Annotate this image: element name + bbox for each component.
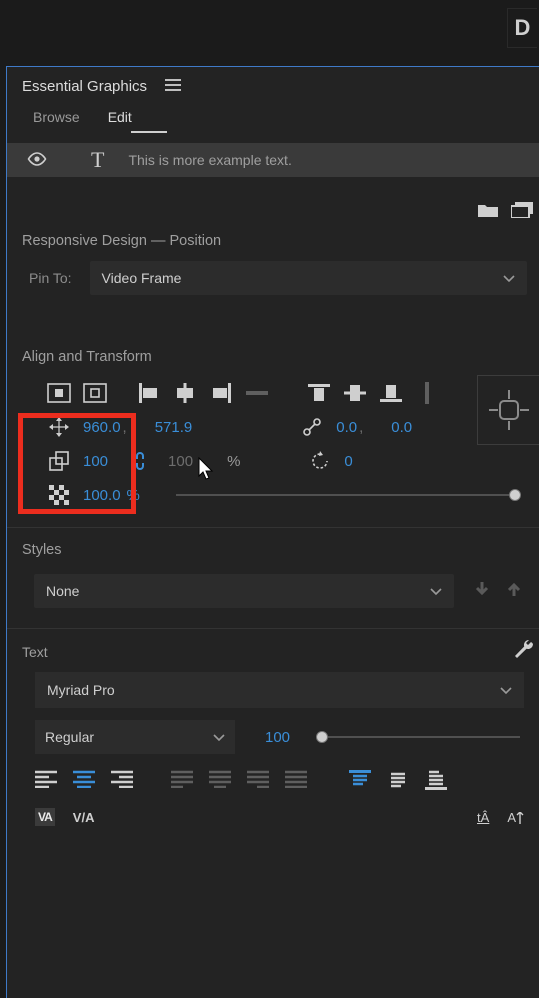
push-style-up-icon[interactable]: [504, 580, 524, 603]
position-icon[interactable]: [47, 415, 71, 439]
text-align-center-icon[interactable]: [73, 770, 99, 792]
panel-header: Essential Graphics: [7, 67, 539, 105]
font-weight-size-row: Regular 100: [35, 720, 524, 754]
pin-to-label: Pin To:: [29, 270, 72, 286]
position-y-value[interactable]: 571.9: [155, 419, 193, 436]
folder-icon[interactable]: [477, 201, 499, 219]
pos-sep-1: ,: [123, 419, 127, 436]
tab-edit[interactable]: Edit: [108, 109, 132, 131]
opacity-value[interactable]: 100.0: [83, 487, 121, 504]
distribute-horizontal-icon: [245, 381, 269, 405]
justify-right-icon: [247, 770, 273, 792]
text-controls: Myriad Pro Regular 100: [7, 672, 539, 826]
align-left-icon[interactable]: [137, 381, 161, 405]
kerning-icon[interactable]: V/A: [73, 810, 95, 825]
pin-to-dropdown[interactable]: Video Frame: [90, 261, 527, 295]
justify-left-icon: [171, 770, 197, 792]
panel-menu-icon[interactable]: [165, 78, 181, 95]
style-value: None: [46, 583, 79, 599]
font-size-slider-thumb[interactable]: [316, 731, 328, 743]
opacity-slider[interactable]: [176, 494, 517, 496]
align-hcenter-icon[interactable]: [173, 381, 197, 405]
anchor-y-value[interactable]: 0.0: [391, 419, 412, 436]
font-family-dropdown[interactable]: Myriad Pro: [35, 672, 524, 708]
font-weight-dropdown[interactable]: Regular: [35, 720, 235, 754]
justify-all-icon: [285, 770, 311, 792]
panel-tabs: Browse Edit: [7, 105, 539, 131]
tab-underline: [131, 131, 167, 133]
styles-title: Styles: [7, 528, 539, 564]
pos-sep-2: ,: [359, 419, 363, 436]
align-transform-title: Align and Transform: [7, 325, 539, 371]
push-style-down-icon[interactable]: [472, 580, 492, 603]
text-valign-bottom-icon[interactable]: [425, 770, 451, 792]
opacity-icon[interactable]: [47, 483, 71, 507]
tab-browse[interactable]: Browse: [33, 109, 80, 131]
paragraph-align-row: [35, 770, 524, 792]
align-vcenter-icon[interactable]: [343, 381, 367, 405]
styles-row: None: [7, 564, 539, 608]
font-size-slider[interactable]: [320, 736, 520, 738]
scale-linked-value: 100: [168, 453, 193, 470]
essential-graphics-panel: Essential Graphics Browse Edit T This is…: [6, 66, 539, 998]
pin-edge-widget[interactable]: [477, 375, 539, 445]
chevron-down-icon: [430, 583, 442, 599]
baseline-shift-icon[interactable]: A: [507, 810, 524, 825]
rotation-icon[interactable]: [308, 449, 332, 473]
chevron-down-icon: [213, 729, 225, 745]
responsive-design-title: Responsive Design — Position: [7, 219, 539, 255]
position-row: 960.0 , 571.9 0.0 , 0.0: [7, 405, 539, 439]
opacity-row: 100.0 %: [7, 473, 539, 507]
align-top-icon[interactable]: [307, 381, 331, 405]
scale-rotation-row: 100 100 % 0: [7, 439, 539, 473]
scale-value[interactable]: 100: [83, 453, 108, 470]
font-family-value: Myriad Pro: [47, 682, 115, 698]
opacity-percent-label: %: [127, 487, 140, 504]
panel-title: Essential Graphics: [22, 78, 147, 95]
pin-to-row: Pin To: Video Frame: [7, 255, 539, 301]
style-dropdown[interactable]: None: [34, 574, 454, 608]
leading-icon[interactable]: tÂ: [477, 810, 489, 825]
wrench-icon[interactable]: [513, 639, 535, 664]
anchor-point-icon[interactable]: [300, 415, 324, 439]
window-frame-fragment: D: [507, 8, 537, 48]
layer-row[interactable]: T This is more example text.: [7, 143, 539, 177]
pin-to-value: Video Frame: [102, 270, 182, 286]
font-size-value[interactable]: 100: [265, 729, 290, 746]
new-layer-icons: [7, 177, 539, 219]
text-layer-icon: T: [91, 147, 104, 173]
scale-percent-label: %: [227, 453, 240, 470]
scale-icon[interactable]: [47, 449, 71, 473]
text-section-title: Text: [22, 644, 48, 660]
align-bottom-icon[interactable]: [379, 381, 403, 405]
align-to-selection-icon[interactable]: [47, 381, 71, 405]
rotation-value[interactable]: 0: [344, 453, 352, 470]
anchor-x-value[interactable]: 0.0: [336, 419, 357, 436]
visibility-eye-icon[interactable]: [27, 152, 47, 169]
align-right-icon[interactable]: [209, 381, 233, 405]
opacity-slider-thumb[interactable]: [509, 489, 521, 501]
text-valign-middle-icon[interactable]: [387, 770, 413, 792]
new-layer-icon[interactable]: [511, 201, 533, 219]
tracking-icon[interactable]: VA: [35, 808, 55, 826]
position-x-value[interactable]: 960.0: [83, 419, 121, 436]
text-align-right-icon[interactable]: [111, 770, 137, 792]
distribute-vertical-icon: [415, 381, 439, 405]
text-align-left-icon[interactable]: [35, 770, 61, 792]
text-valign-top-icon[interactable]: [349, 770, 375, 792]
font-weight-value: Regular: [45, 729, 94, 745]
text-metrics-row: VA V/A tÂ A: [35, 808, 524, 826]
align-icons-row: [7, 371, 539, 405]
chevron-down-icon: [500, 682, 512, 698]
layer-name: This is more example text.: [128, 152, 291, 168]
justify-center-icon: [209, 770, 235, 792]
align-to-frame-icon[interactable]: [83, 381, 107, 405]
link-scale-icon[interactable]: [128, 449, 152, 473]
chevron-down-icon: [503, 270, 515, 286]
